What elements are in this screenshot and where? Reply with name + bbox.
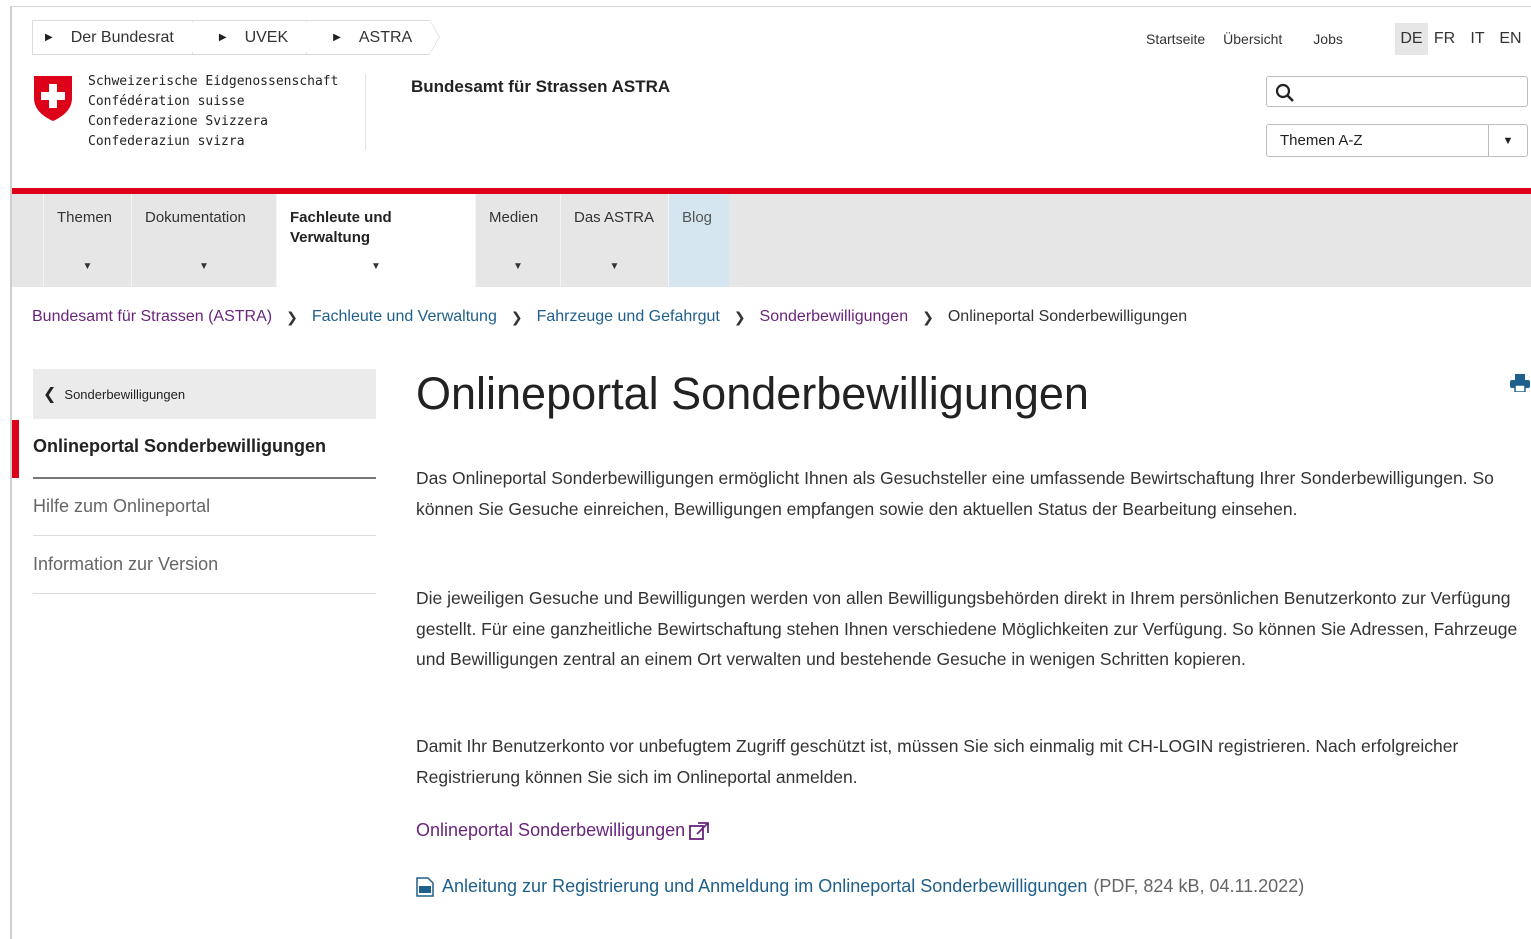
main-nav: Themen ▼ Dokumentation ▼ Fachleute und V… (43, 194, 729, 287)
nav-fachleute[interactable]: Fachleute und Verwaltung ▼ (276, 194, 475, 287)
link-jobs[interactable]: Jobs (1313, 31, 1343, 47)
caret-down-icon: ▼ (371, 261, 381, 272)
swiss-shield-icon (34, 76, 72, 121)
nav-blog[interactable]: Blog (668, 194, 729, 287)
sidebar-item-active[interactable]: Onlineportal Sonderbewilligungen (33, 436, 326, 457)
triangle-right-icon: ▶ (45, 32, 53, 43)
nav-medien[interactable]: Medien ▼ (475, 194, 560, 287)
search-icon (1275, 83, 1294, 102)
logo-text: Schweizerische Eidgenossenschaft Confédé… (88, 74, 339, 149)
triangle-right-icon: ▶ (218, 32, 227, 43)
link-startseite[interactable]: Startseite (1146, 31, 1205, 47)
topics-select[interactable]: Themen A-Z ▼ (1266, 124, 1528, 157)
accounts-paragraph: Die jeweiligen Gesuche und Bewilligungen… (416, 588, 1518, 669)
chevron-right-icon: ❯ (510, 308, 523, 325)
chevron-right-icon: ❯ (733, 308, 746, 325)
sidebar-item-version[interactable]: Information zur Version (33, 554, 218, 575)
sidebar-item-hilfe[interactable]: Hilfe zum Onlineportal (33, 496, 210, 517)
nav-dokumentation[interactable]: Dokumentation ▼ (131, 194, 276, 287)
breadcrumb: Bundesamt für Strassen (ASTRA) ❯ Fachleu… (32, 308, 1187, 326)
topics-select-value: Themen A-Z (1280, 132, 1363, 149)
divider (33, 477, 376, 479)
lang-en[interactable]: EN (1494, 23, 1527, 55)
swiss-confederation-logo[interactable]: Schweizerische Eidgenossenschaft Confédé… (32, 74, 338, 152)
breadcrumb-fahrzeuge[interactable]: Fahrzeuge und Gefahrgut (537, 308, 720, 326)
federal-breadcrumb: ▶ Der Bundesrat ▶ UVEK ▶ ASTRA (32, 20, 441, 55)
nav-das-astra[interactable]: Das ASTRA ▼ (560, 194, 668, 287)
breadcrumb-fachleute[interactable]: Fachleute und Verwaltung (312, 308, 497, 326)
print-icon[interactable] (1510, 374, 1530, 392)
lang-de[interactable]: DE (1395, 23, 1428, 55)
chevron-right-icon: ❯ (922, 308, 934, 325)
language-switcher: DE FR IT EN (1395, 23, 1527, 55)
caret-down-icon: ▼ (609, 261, 620, 272)
nav-themen[interactable]: Themen ▼ (43, 194, 131, 287)
pdf-download: Anleitung zur Registrierung und Anmeldun… (416, 876, 1304, 897)
logo-divider (365, 74, 366, 150)
sidebar-back-link[interactable]: ❮ Sonderbewilligungen (33, 369, 376, 419)
chevron-right-icon: ❯ (286, 308, 298, 325)
page-top-border (10, 6, 1531, 7)
breadcrumb-current: Onlineportal Sonderbewilligungen (947, 308, 1188, 325)
caret-down-icon: ▼ (199, 261, 209, 272)
chevron-left-icon: ❮ (43, 386, 57, 403)
lang-it[interactable]: IT (1461, 23, 1494, 55)
pdf-link[interactable]: Anleitung zur Registrierung und Anmeldun… (442, 876, 1087, 897)
crumb-bundesrat[interactable]: ▶ Der Bundesrat (32, 20, 202, 55)
breadcrumb-astra[interactable]: Bundesamt für Strassen (ASTRA) (32, 308, 272, 326)
intro-paragraph: Das Onlineportal Sonderbewilligungen erm… (416, 468, 1494, 519)
login-paragraph: Damit Ihr Benutzerkonto vor unbefugtem Z… (416, 736, 1459, 787)
sidebar-active-indicator (12, 420, 19, 478)
divider (33, 593, 376, 594)
caret-down-icon: ▼ (513, 261, 523, 272)
crumb-uvek[interactable]: ▶ UVEK (191, 20, 317, 55)
breadcrumb-sonderbewilligungen[interactable]: Sonderbewilligungen (760, 308, 909, 326)
link-uebersicht[interactable]: Übersicht (1223, 31, 1282, 47)
search-box[interactable] (1266, 76, 1528, 107)
triangle-right-icon: ▶ (333, 32, 341, 43)
search-input[interactable] (1301, 79, 1525, 106)
service-links: Startseite Übersicht Jobs (1146, 31, 1343, 47)
chevron-down-icon[interactable]: ▼ (1488, 125, 1527, 156)
pdf-meta: (PDF, 824 kB, 04.11.2022) (1093, 876, 1305, 896)
crumb-astra[interactable]: ▶ ASTRA (306, 20, 441, 55)
external-link-icon (689, 821, 710, 840)
portal-external-link[interactable]: Onlineportal Sonderbewilligungen (416, 820, 710, 841)
divider (33, 535, 376, 536)
pdf-file-icon[interactable] (416, 876, 434, 897)
caret-down-icon: ▼ (82, 261, 93, 272)
agency-name: Bundesamt für Strassen ASTRA (411, 77, 671, 96)
lang-fr[interactable]: FR (1428, 23, 1461, 55)
page-title: Onlineportal Sonderbewilligungen (416, 368, 1089, 419)
